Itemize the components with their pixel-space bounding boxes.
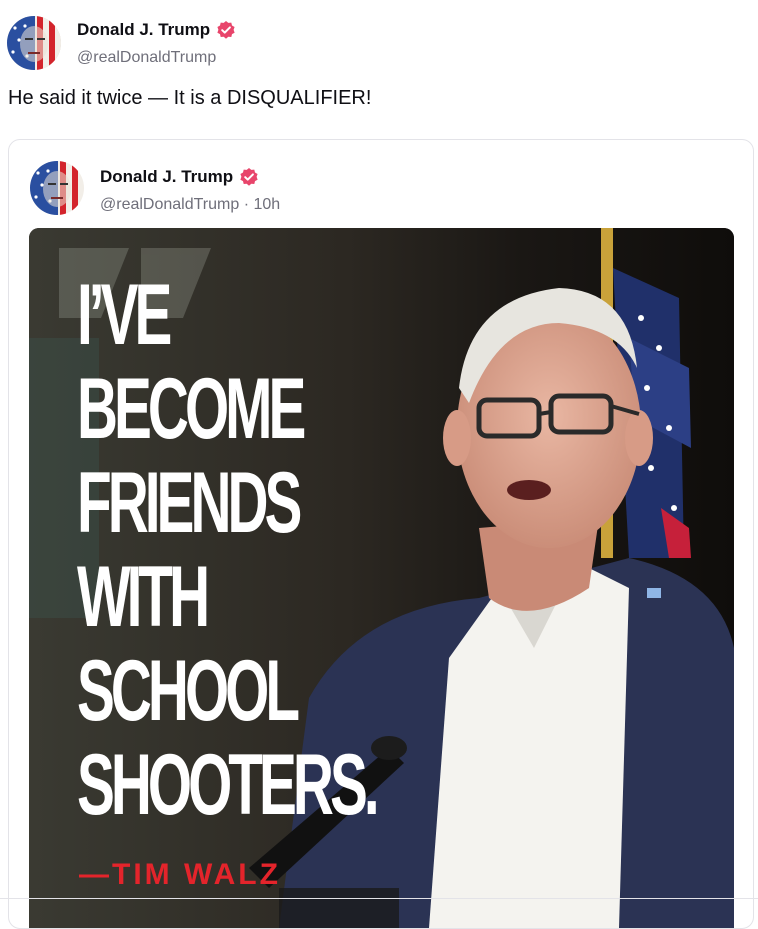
headline-line: FRIENDS — [77, 455, 302, 551]
quoted-author-handle-time[interactable]: @realDonaldTrump · 10h — [100, 196, 280, 214]
verified-badge-icon — [217, 21, 235, 39]
author-handle[interactable]: @realDonaldTrump — [77, 49, 216, 67]
verified-badge-icon — [240, 168, 258, 186]
post-text: He said it twice — It is a DISQUALIFIER! — [8, 87, 372, 109]
avatar-image — [7, 16, 61, 70]
quoted-author-avatar[interactable] — [30, 161, 84, 215]
media-attribution: —TIM WALZ — [79, 858, 281, 891]
quoted-author-display-name[interactable]: Donald J. Trump — [100, 167, 233, 187]
headline-line: SHOOTERS. — [77, 737, 380, 833]
headline-line: SCHOOL — [77, 643, 300, 739]
post-media-image[interactable]: I’VE BECOME FRIENDS WITH SCHOOL SHOOTERS… — [29, 228, 734, 928]
media-headline: I’VE BECOME FRIENDS WITH SCHOOL SHOOTERS… — [77, 267, 380, 833]
author-avatar[interactable] — [7, 16, 61, 70]
divider — [0, 898, 758, 899]
headline-line: I’VE — [77, 267, 172, 363]
headline-line: BECOME — [77, 361, 306, 457]
author-display-name[interactable]: Donald J. Trump — [77, 20, 210, 40]
quoted-post-card[interactable]: Donald J. Trump @realDonaldTrump · 10h I… — [8, 139, 754, 929]
headline-line: WITH — [77, 549, 210, 645]
avatar-image — [30, 161, 84, 215]
